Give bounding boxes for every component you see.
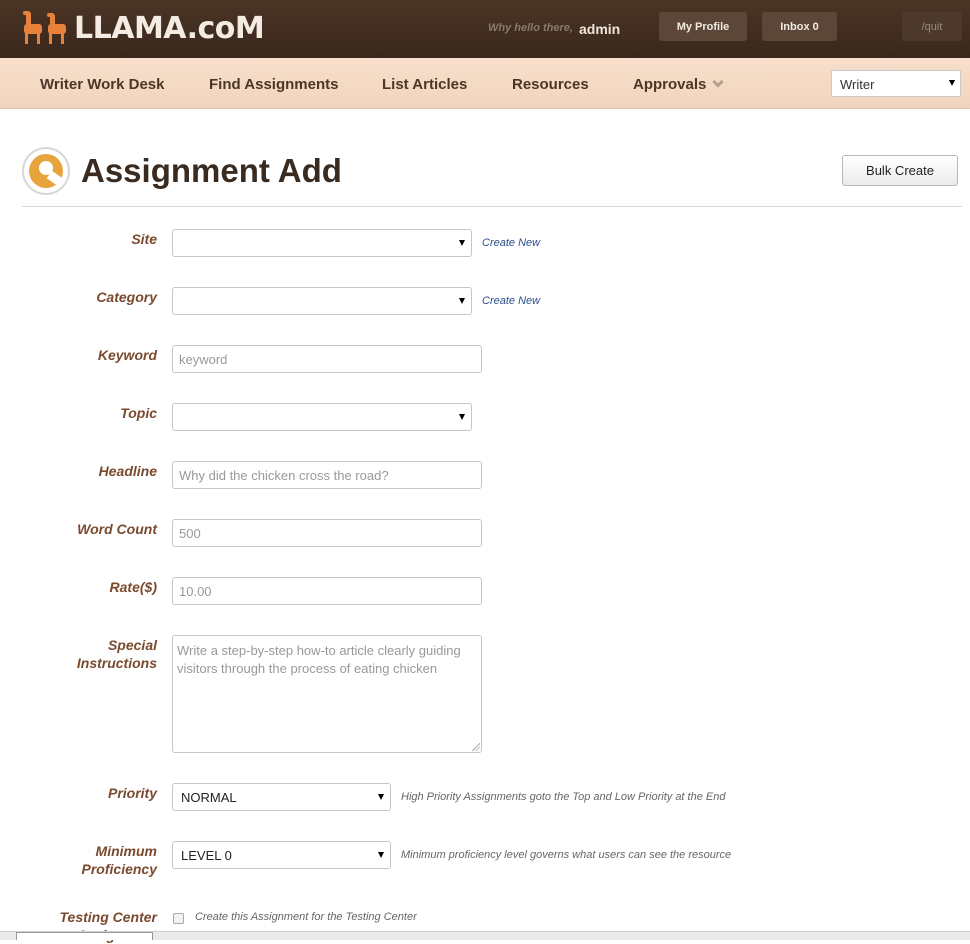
- minimum-proficiency-select-value: LEVEL 0: [181, 847, 232, 863]
- dropdown-arrow-icon: [378, 852, 384, 858]
- resize-handle-icon[interactable]: [472, 743, 480, 751]
- word-count-label: Word Count: [77, 521, 157, 537]
- divider: [22, 206, 962, 207]
- dropdown-arrow-icon: [459, 298, 465, 304]
- minimum-proficiency-label-line1: Minimum: [95, 843, 157, 859]
- nav-approvals-label: Approvals: [633, 76, 707, 93]
- headline-input[interactable]: Why did the chicken cross the road?: [172, 461, 482, 489]
- main-nav: Writer Work Desk Find Assignments List A…: [0, 58, 970, 109]
- nav-writer-work-desk[interactable]: Writer Work Desk: [40, 76, 165, 93]
- role-select-value: Writer: [840, 77, 875, 92]
- rate-input[interactable]: 10.00: [172, 577, 482, 605]
- topic-select[interactable]: [172, 403, 472, 431]
- dropdown-arrow-icon: [459, 414, 465, 420]
- bottom-tab[interactable]: [16, 932, 153, 940]
- minimum-proficiency-hint: Minimum proficiency level governs what u…: [401, 849, 732, 861]
- llama-icon: [23, 11, 66, 44]
- quit-button[interactable]: /quit: [902, 12, 962, 41]
- keyword-label: Keyword: [97, 347, 157, 363]
- category-label: Category: [96, 289, 157, 305]
- chevron-down-icon: [712, 76, 725, 88]
- special-instructions-label-line2: Instructions: [76, 655, 157, 671]
- special-instructions-placeholder: Write a step-by-step how-to article clea…: [177, 643, 461, 676]
- minimum-proficiency-label-line2: Proficiency: [81, 861, 157, 877]
- testing-center-checkbox[interactable]: [173, 913, 184, 924]
- bulk-create-button[interactable]: Bulk Create: [842, 155, 958, 186]
- word-count-input[interactable]: 500: [172, 519, 482, 547]
- headline-label: Headline: [98, 463, 157, 479]
- dropdown-arrow-icon: [949, 80, 955, 86]
- greeting-text: Why hello there,: [488, 22, 573, 34]
- topic-label: Topic: [120, 405, 157, 421]
- priority-select-value: NORMAL: [181, 789, 237, 805]
- site-create-new-link[interactable]: Create New: [482, 237, 540, 249]
- role-select[interactable]: Writer: [831, 70, 961, 97]
- username: admin: [579, 21, 621, 37]
- keyword-input[interactable]: keyword: [172, 345, 482, 373]
- minimum-proficiency-select[interactable]: LEVEL 0: [172, 841, 391, 869]
- priority-label: Priority: [107, 785, 157, 801]
- nav-approvals[interactable]: Approvals: [633, 76, 725, 93]
- testing-center-checkbox-label: Create this Assignment for the Testing C…: [195, 911, 417, 923]
- special-instructions-label: Special Instructions: [77, 636, 157, 672]
- page-title: Assignment Add: [81, 152, 342, 189]
- special-instructions-label-line1: Special: [107, 637, 157, 653]
- top-bar: LLAMA.coM Why hello there, admin My Prof…: [0, 0, 970, 58]
- logo-text: LLAMA.coM: [74, 10, 265, 46]
- nav-find-assignments[interactable]: Find Assignments: [209, 76, 338, 93]
- category-select[interactable]: [172, 287, 472, 315]
- minimum-proficiency-label: Minimum Proficiency: [82, 842, 157, 878]
- priority-hint: High Priority Assignments goto the Top a…: [401, 791, 726, 803]
- my-profile-button[interactable]: My Profile: [659, 12, 747, 41]
- testing-center-label-line1: Testing Center: [59, 909, 158, 925]
- assignment-icon: [22, 147, 70, 195]
- rate-label: Rate($): [109, 579, 157, 595]
- special-instructions-textarea[interactable]: Write a step-by-step how-to article clea…: [172, 635, 482, 753]
- nav-resources[interactable]: Resources: [512, 76, 589, 93]
- dropdown-arrow-icon: [378, 794, 384, 800]
- site-label: Site: [131, 231, 157, 247]
- category-create-new-link[interactable]: Create New: [482, 295, 540, 307]
- dropdown-arrow-icon: [459, 240, 465, 246]
- site-select[interactable]: [172, 229, 472, 257]
- nav-list-articles[interactable]: List Articles: [382, 76, 467, 93]
- priority-select[interactable]: NORMAL: [172, 783, 391, 811]
- inbox-button[interactable]: Inbox 0: [762, 12, 837, 41]
- logo[interactable]: LLAMA.coM: [22, 8, 265, 48]
